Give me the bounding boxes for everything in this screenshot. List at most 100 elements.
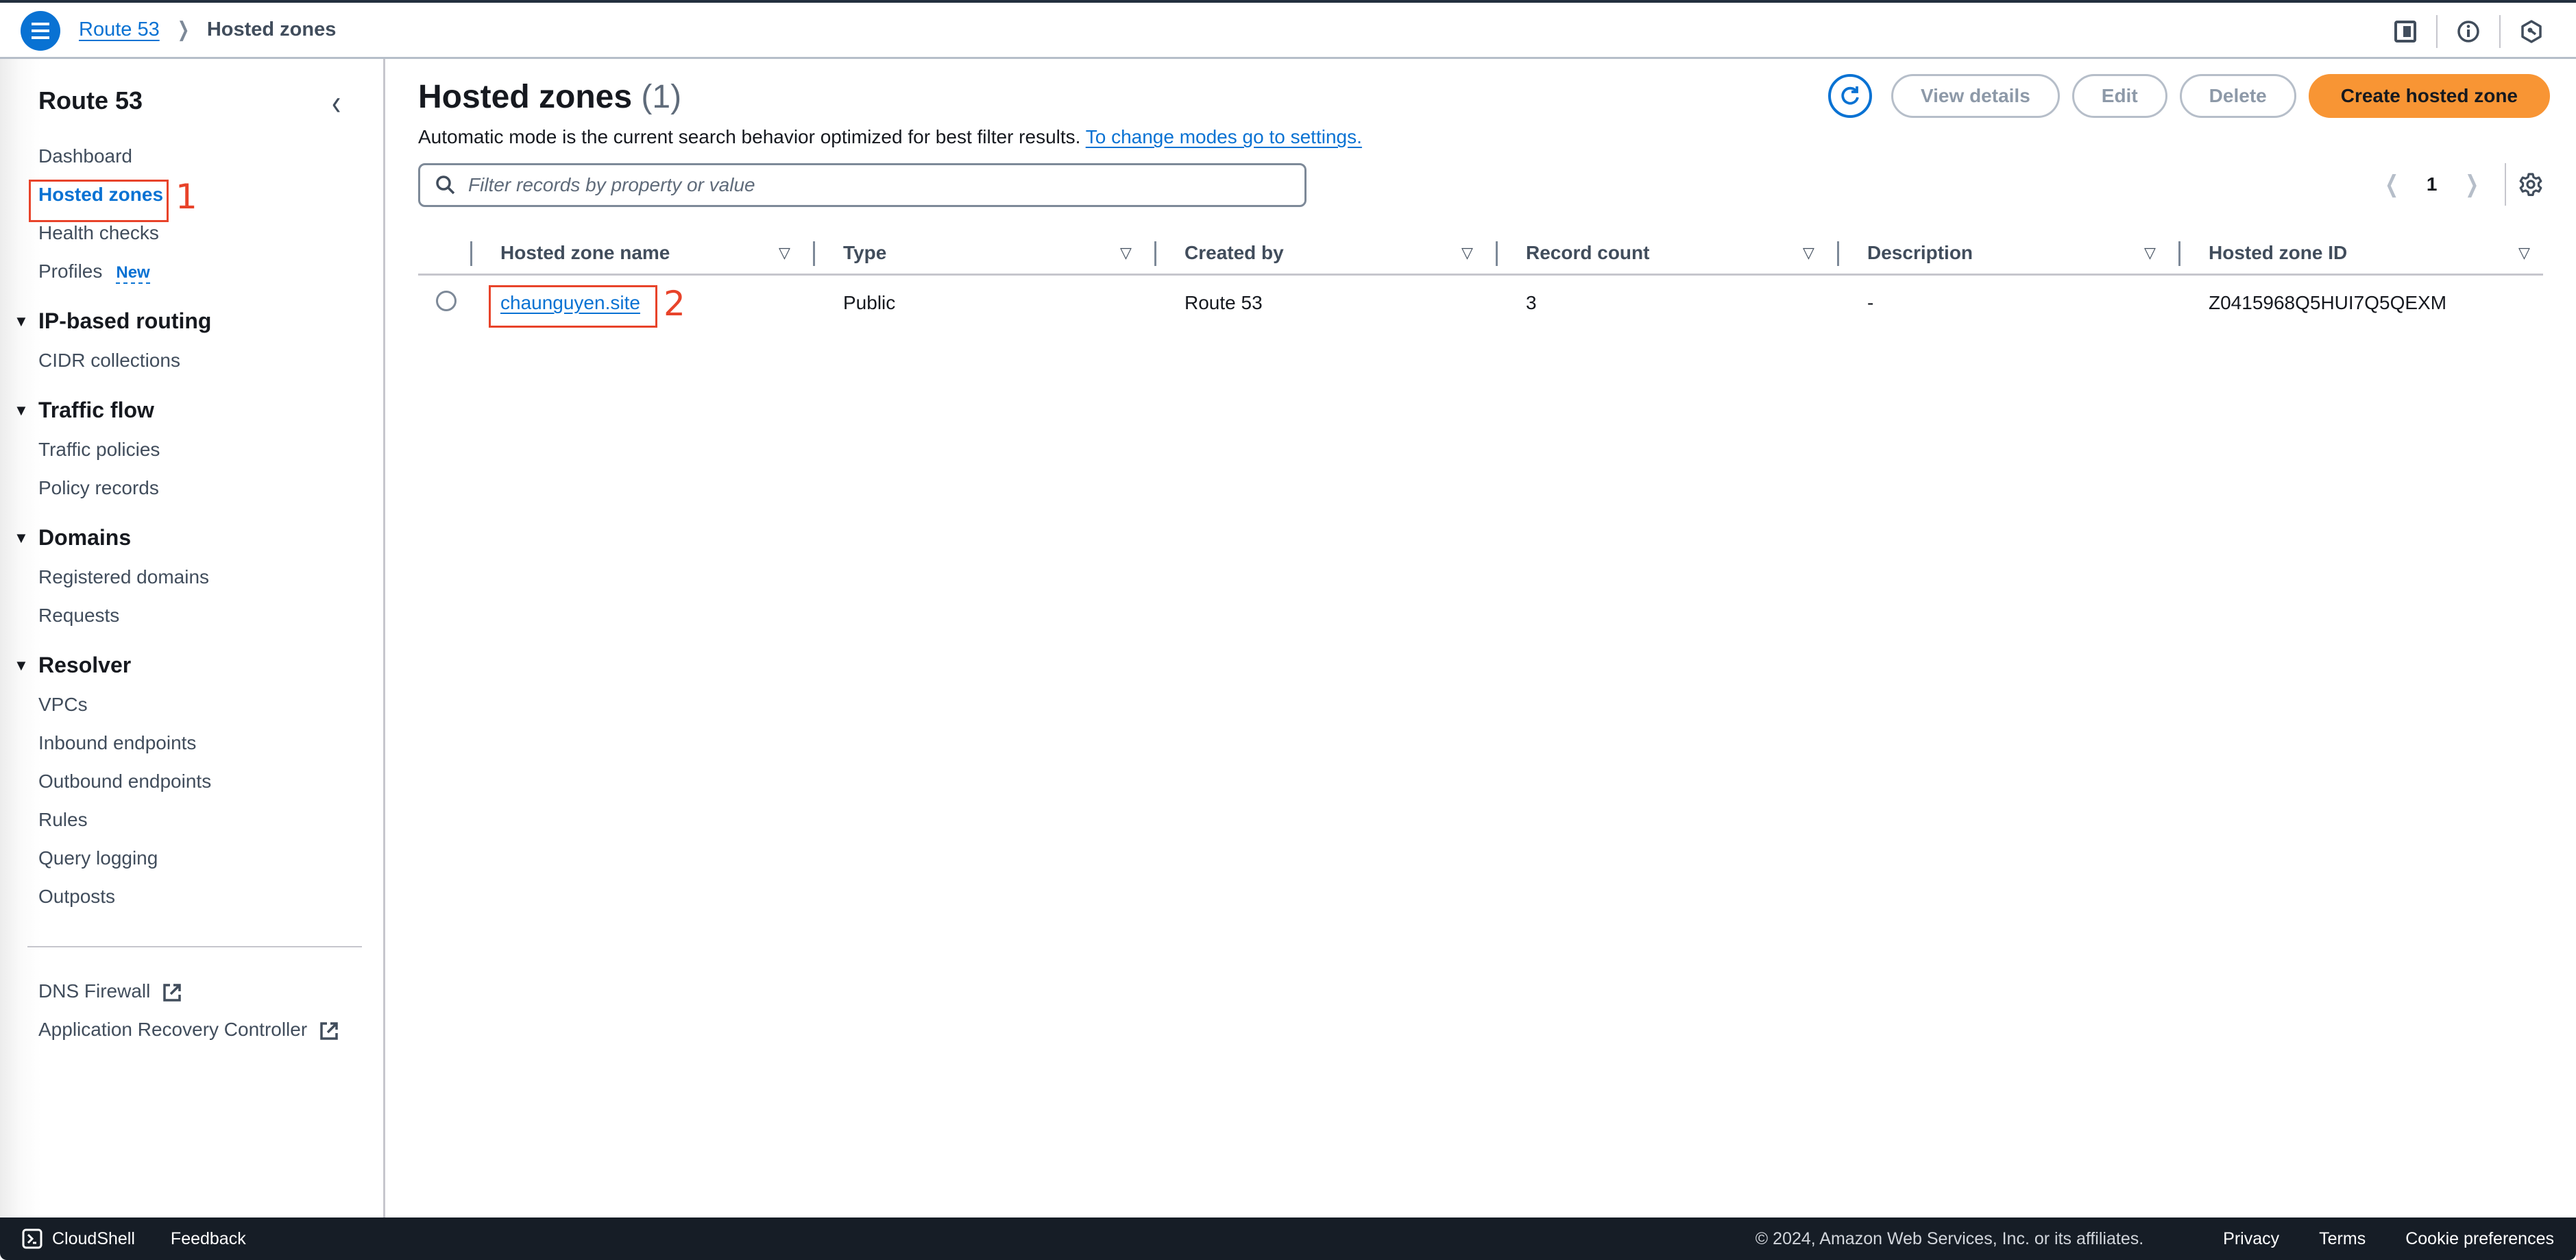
row-select-radio[interactable] — [436, 291, 457, 311]
info-text: Automatic mode is the current search beh… — [418, 126, 1081, 147]
sidebar-item-vpcs[interactable]: VPCs — [38, 694, 88, 716]
column-divider[interactable] — [1496, 241, 1498, 266]
sidebar-item-dashboard[interactable]: Dashboard — [38, 145, 132, 167]
filter-search-box[interactable] — [418, 163, 1307, 207]
page-title-text: Hosted zones — [418, 79, 633, 115]
split-panel-button[interactable] — [2374, 12, 2436, 51]
column-divider[interactable] — [813, 241, 815, 266]
feedback-link[interactable]: Feedback — [171, 1229, 246, 1249]
info-icon — [2457, 21, 2479, 43]
cloudshell-icon — [22, 1228, 42, 1249]
cookie-preferences-link[interactable]: Cookie preferences — [2405, 1229, 2554, 1249]
sidebar-section-ip-based-routing[interactable]: ▼ IP-based routing — [14, 308, 211, 334]
column-header-record-count[interactable]: Record count — [1526, 230, 1649, 276]
column-header-type[interactable]: Type — [843, 230, 886, 276]
sidebar-item-policy-records[interactable]: Policy records — [38, 477, 159, 499]
section-label: Resolver — [38, 653, 132, 677]
column-label: Created by — [1184, 242, 1284, 263]
external-link-icon — [163, 983, 181, 1002]
sort-icon[interactable]: ▽ — [1461, 230, 1473, 276]
info-button[interactable] — [2438, 12, 2499, 51]
delete-button[interactable]: Delete — [2179, 74, 2296, 118]
column-divider[interactable] — [1154, 241, 1156, 266]
sidebar-item-requests[interactable]: Requests — [38, 605, 119, 627]
previous-page-icon[interactable]: ❮ — [2376, 171, 2409, 198]
sidebar-item-profiles[interactable]: Profiles New — [38, 261, 150, 284]
sidebar-link-dns-firewall[interactable]: DNS Firewall — [38, 980, 182, 1002]
annotation-number-2: 2 — [664, 284, 685, 324]
sidebar-section-domains[interactable]: ▼ Domains — [14, 525, 131, 550]
cell-hosted-zone-id: Z0415968Q5HUI7Q5QEXM — [2209, 292, 2447, 313]
annotation-box-1 — [29, 180, 169, 222]
caret-down-icon: ▼ — [14, 656, 29, 674]
sidebar-item-cidr-collections[interactable]: CIDR collections — [38, 350, 180, 372]
page-title: Hosted zones (1) — [418, 78, 681, 116]
caret-down-icon: ▼ — [14, 529, 29, 546]
settings-link[interactable]: To change modes go to settings. — [1086, 126, 1362, 147]
sort-icon[interactable]: ▽ — [1803, 230, 1814, 276]
preferences-button[interactable] — [2518, 172, 2543, 197]
column-label: Type — [843, 242, 887, 263]
sort-icon[interactable]: ▽ — [2144, 230, 2156, 276]
column-divider — [470, 241, 472, 266]
column-header-hosted-zone-name[interactable]: Hosted zone name — [500, 230, 670, 276]
sidebar-item-label: Profiles — [38, 261, 103, 282]
section-label: Traffic flow — [38, 398, 154, 422]
column-divider[interactable] — [1837, 241, 1839, 266]
hosted-zones-table: Hosted zone name ▽ Type ▽ Created by ▽ R… — [418, 230, 2543, 330]
create-hosted-zone-button[interactable]: Create hosted zone — [2308, 74, 2550, 118]
refresh-button[interactable] — [1827, 74, 1872, 118]
sidebar-section-traffic-flow[interactable]: ▼ Traffic flow — [14, 398, 154, 423]
column-header-created-by[interactable]: Created by — [1184, 230, 1284, 276]
sidebar-item-query-logging[interactable]: Query logging — [38, 847, 158, 869]
cloudshell-button[interactable]: CloudShell — [22, 1228, 135, 1249]
privacy-link[interactable]: Privacy — [2223, 1229, 2279, 1249]
new-badge: New — [116, 263, 150, 284]
breadcrumb: Route 53 ❯ Hosted zones — [79, 18, 336, 42]
footer: CloudShell Feedback © 2024, Amazon Web S… — [0, 1217, 2576, 1260]
caret-down-icon: ▼ — [14, 401, 29, 419]
hosted-zone-count: (1) — [641, 79, 682, 115]
sort-icon[interactable]: ▽ — [2518, 230, 2530, 276]
collapse-sidebar-icon[interactable]: ‹ — [332, 83, 341, 123]
terms-link[interactable]: Terms — [2319, 1229, 2366, 1249]
sidebar-item-inbound-endpoints[interactable]: Inbound endpoints — [38, 732, 196, 754]
cell-created-by: Route 53 — [1184, 292, 1263, 313]
cell-type: Public — [843, 292, 896, 313]
column-header-hosted-zone-id[interactable]: Hosted zone ID — [2209, 230, 2347, 276]
search-icon — [436, 175, 455, 195]
menu-button[interactable] — [21, 11, 60, 51]
view-details-button[interactable]: View details — [1891, 74, 2060, 118]
pagination: ❮ 1 ❯ — [2368, 160, 2543, 208]
sidebar: Route 53 ‹ Dashboard Hosted zones Health… — [0, 59, 385, 1217]
sidebar-item-health-checks[interactable]: Health checks — [38, 222, 159, 244]
sidebar-item-outposts[interactable]: Outposts — [38, 886, 115, 908]
sidebar-item-outbound-endpoints[interactable]: Outbound endpoints — [38, 771, 211, 792]
column-header-description[interactable]: Description — [1867, 230, 1973, 276]
top-navigation-bar: Route 53 ❯ Hosted zones — [0, 0, 2576, 59]
sidebar-item-rules[interactable]: Rules — [38, 809, 88, 831]
cloudshell-label: CloudShell — [52, 1228, 135, 1248]
filter-input[interactable] — [468, 174, 1277, 196]
sidebar-item-traffic-policies[interactable]: Traffic policies — [38, 439, 160, 461]
column-label: Hosted zone name — [500, 242, 670, 263]
copyright-text: © 2024, Amazon Web Services, Inc. or its… — [1755, 1228, 2144, 1248]
breadcrumb-route53-link[interactable]: Route 53 — [79, 19, 160, 41]
column-label: Hosted zone ID — [2209, 242, 2348, 263]
sidebar-item-registered-domains[interactable]: Registered domains — [38, 566, 209, 588]
next-page-icon[interactable]: ❯ — [2455, 171, 2488, 198]
edit-button[interactable]: Edit — [2071, 74, 2167, 118]
table-row[interactable]: chaunguyen.site Public Route 53 3 - Z041… — [418, 276, 2543, 330]
top-utility-icons — [2374, 12, 2562, 51]
page-number[interactable]: 1 — [2416, 173, 2449, 195]
sidebar-section-resolver[interactable]: ▼ Resolver — [14, 653, 131, 678]
sort-icon[interactable]: ▽ — [779, 230, 790, 276]
notifications-icon — [2521, 20, 2542, 43]
split-panel-icon — [2394, 21, 2416, 43]
column-divider[interactable] — [2178, 241, 2180, 266]
section-label: IP-based routing — [38, 308, 212, 333]
sort-icon[interactable]: ▽ — [1120, 230, 1132, 276]
sidebar-link-application-recovery-controller[interactable]: Application Recovery Controller — [38, 1019, 339, 1041]
notifications-button[interactable] — [2501, 12, 2562, 51]
hamburger-icon — [32, 21, 49, 41]
